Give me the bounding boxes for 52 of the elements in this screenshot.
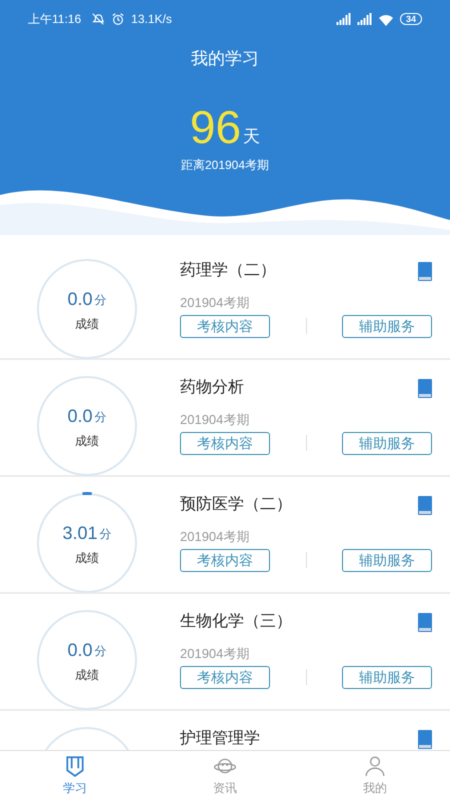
score-unit: 分 [94,292,107,309]
page-title: 我的学习 [191,48,259,70]
course-action-button[interactable]: 考核内容 [180,432,270,454]
exam-term: 201904考期 [180,411,250,429]
score-label: 成绩 [75,550,99,567]
network-speed: 13.1K/s [131,11,172,28]
course-action-button[interactable]: 考核内容 [180,548,270,572]
score-unit: 分 [94,409,107,426]
course-action-button[interactable]: 考核内容 [180,314,270,338]
book-icon [418,378,432,398]
nav-tab[interactable]: 资讯 [150,751,300,800]
countdown-caption: 距离201904考期 [180,156,270,174]
book-icon [418,262,432,280]
score-value: 0.0 [67,406,93,426]
course-action-button[interactable]: 辅助服务 [342,666,432,688]
course-title: 护理管理学 [180,728,260,749]
course-action-button[interactable]: 辅助服务 [342,314,432,338]
course-action-button[interactable]: 辅助服务 [342,432,432,454]
status-time: 上午11:16 [28,11,82,28]
notification-off-icon [91,12,106,26]
course-title: 药物分析 [180,378,244,398]
course-title: 药理学（二） [180,260,276,281]
score-label: 成绩 [75,316,99,333]
nav-tab[interactable]: 学习 [0,751,150,800]
exam-term: 201904考期 [180,294,250,312]
book-icon [418,496,432,514]
course-title: 生物化学（三） [180,612,292,632]
course-action-button[interactable]: 辅助服务 [342,548,432,572]
nav-tab[interactable]: 我的 [300,751,450,800]
score-label: 成绩 [75,433,99,450]
score-label: 成绩 [75,667,99,684]
wifi-icon [378,12,394,26]
score-unit: 分 [94,643,107,660]
exam-term: 201904考期 [180,528,250,546]
signal-icon [356,13,372,25]
score-value: 3.01 [62,523,98,543]
days-unit: 天 [243,126,260,148]
book-icon [418,612,432,632]
progress-arc [80,492,94,496]
days-count: 96 [190,104,242,150]
pencil-book-icon [64,754,86,776]
battery-indicator: 34 [400,13,422,25]
book-icon [418,730,432,748]
signal-icon [336,13,351,25]
course-action-button[interactable]: 考核内容 [180,666,270,688]
course-title: 预防医学（二） [180,494,292,515]
exam-term: 201904考期 [180,645,250,663]
alarm-icon [111,12,126,26]
person-icon [364,754,386,776]
score-value: 0.0 [67,289,93,309]
score-unit: 分 [100,526,112,543]
score-value: 0.0 [67,640,93,660]
